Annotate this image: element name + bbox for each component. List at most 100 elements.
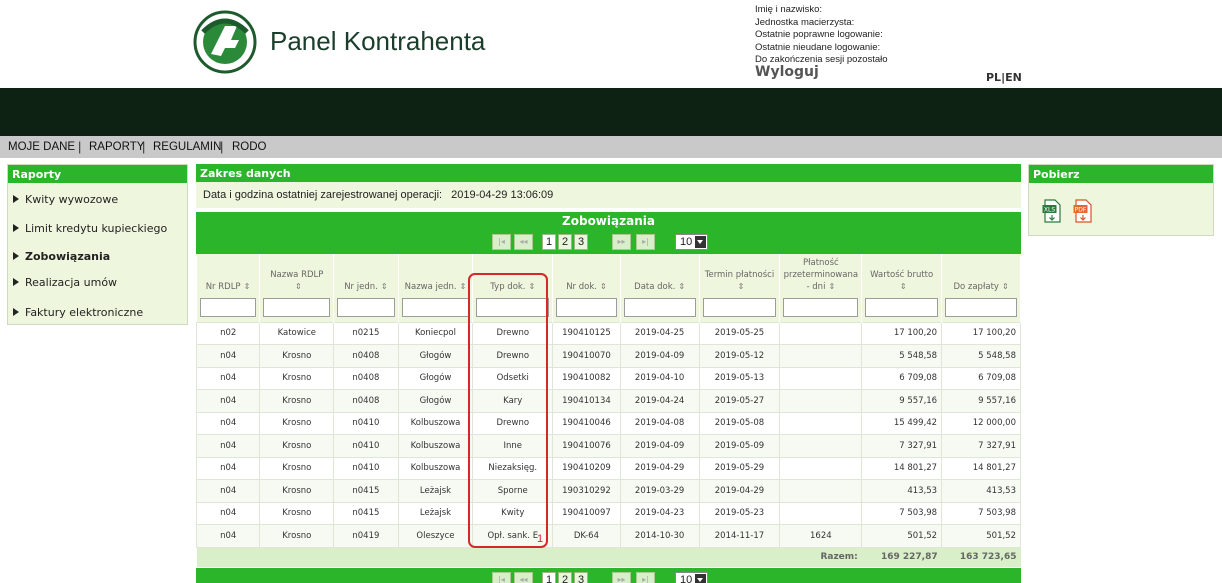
column-header[interactable]: Nazwa RDLP ⇕ xyxy=(259,254,335,296)
filter-input[interactable] xyxy=(945,298,1017,318)
cell-wartosc-brutto: 501,52 xyxy=(861,524,943,548)
cell-data-dok: 2019-04-25 xyxy=(619,321,700,345)
top-banner-bar xyxy=(0,88,1222,136)
page-size-select[interactable]: 10 xyxy=(675,234,708,250)
cell-nazwa-rdlp: Krosno xyxy=(259,524,335,548)
column-header[interactable]: Do zapłaty ⇕ xyxy=(941,254,1021,296)
obligations-grid: Zobowiązania |◂ ◂◂ 1 2 3 ▸▸ ▸| 10 Nr RDL… xyxy=(195,212,1021,567)
cell-termin: 2019-04-29 xyxy=(698,479,781,503)
first-page-button[interactable]: |◂ xyxy=(492,572,511,583)
sort-icon: ⇕ xyxy=(599,282,607,291)
prev-page-button[interactable]: ◂◂ xyxy=(514,572,533,583)
table-row[interactable]: n04 Krosno n0408 Głogów Odsetki 190410082 2019… xyxy=(195,366,1021,390)
sidebar-item-limit[interactable]: Limit kredytu kupieckiego xyxy=(13,222,167,235)
menu-item-raporty[interactable]: RAPORTY xyxy=(89,141,144,153)
page-button[interactable]: 3 xyxy=(574,572,588,583)
last-page-button[interactable]: ▸| xyxy=(636,572,655,583)
pdf-icon[interactable]: PDF xyxy=(1073,199,1093,223)
xls-icon[interactable]: XLS xyxy=(1042,199,1062,223)
sidebar-item-realizacja[interactable]: Realizacja umów xyxy=(13,276,117,289)
page-button[interactable]: 1 xyxy=(542,572,556,583)
cell-nr-jedn: n0415 xyxy=(333,479,399,503)
cell-nr-jedn: n0408 xyxy=(333,344,399,368)
cell-typ-dok: Kary xyxy=(472,389,554,413)
cell-termin: 2019-05-13 xyxy=(698,366,781,390)
table-row[interactable]: n04 Krosno n0415 Leżajsk Kwity 190410097 2019-… xyxy=(195,501,1021,525)
table-row[interactable]: n04 Krosno n0408 Głogów Kary 190410134 2019-04… xyxy=(195,389,1021,413)
column-header[interactable]: Nr dok. ⇕ xyxy=(552,254,621,296)
cell-przeterminowana xyxy=(779,344,863,368)
lasy-panstwowe-logo xyxy=(193,10,257,74)
cell-typ-dok: Drewno xyxy=(472,344,554,368)
chevron-down-icon xyxy=(695,236,706,248)
cell-przeterminowana xyxy=(779,501,863,525)
cell-nazwa-jedn: Leżajsk xyxy=(397,479,474,503)
cell-przeterminowana xyxy=(779,366,863,390)
cell-wartosc-brutto: 7 503,98 xyxy=(861,501,943,525)
sidebar-item-kwity[interactable]: Kwity wywozowe xyxy=(13,193,118,206)
page-size-select[interactable]: 10 xyxy=(675,572,708,583)
column-header[interactable]: Data dok. ⇕ xyxy=(620,254,700,296)
cell-nr-jedn: n0215 xyxy=(333,321,399,345)
next-page-button[interactable]: ▸▸ xyxy=(612,234,631,250)
page-button[interactable]: 1 xyxy=(542,234,556,250)
logout-link[interactable]: Wyloguj xyxy=(755,64,819,80)
filter-input[interactable] xyxy=(476,298,550,318)
column-header[interactable]: Nr jedn. ⇕ xyxy=(333,254,399,296)
language-switch[interactable]: PL|EN xyxy=(986,71,1022,84)
cell-nr-rdlp: n04 xyxy=(195,456,261,480)
cell-przeterminowana xyxy=(779,434,863,458)
sidebar-item-label: Zobowiązania xyxy=(25,250,111,263)
cell-termin: 2019-05-12 xyxy=(698,344,781,368)
column-header[interactable]: Typ dok. ⇕ xyxy=(472,254,554,296)
filter-input[interactable] xyxy=(199,298,257,318)
header: Panel Kontrahenta Imię i nazwisko: Jedno… xyxy=(0,0,1222,88)
sidebar-item-zobowiazania[interactable]: Zobowiązania xyxy=(13,250,110,263)
cell-nazwa-jedn: Kolbuszowa xyxy=(397,411,474,435)
menu-item-rodo[interactable]: RODO xyxy=(232,141,267,153)
cell-nr-jedn: n0410 xyxy=(333,411,399,435)
totals-to-pay: 163 723,65 xyxy=(941,547,1021,567)
filter-input[interactable] xyxy=(556,298,617,318)
download-panel: Pobierz XLS PDF xyxy=(1028,164,1214,236)
filter-input[interactable] xyxy=(263,298,331,318)
table-row[interactable]: n04 Krosno n0410 Kolbuszowa Niezaksięg. 19041… xyxy=(195,456,1021,480)
table-row[interactable]: n04 Krosno n0408 Głogów Drewno 190410070 2019-… xyxy=(195,344,1021,368)
column-header[interactable]: Wartość brutto ⇕ xyxy=(861,254,943,296)
cell-nazwa-rdlp: Krosno xyxy=(259,366,335,390)
cell-do-zaplaty: 17 100,20 xyxy=(941,321,1021,345)
prev-page-button[interactable]: ◂◂ xyxy=(514,234,533,250)
table-row[interactable]: n02 Katowice n0215 Koniecpol Drewno 190410125… xyxy=(195,321,1021,345)
column-header[interactable]: Płatność przeterminowana - dni ⇕ xyxy=(779,254,863,296)
column-header[interactable]: Termin płatności ⇕ xyxy=(699,254,781,296)
next-page-button[interactable]: ▸▸ xyxy=(612,572,631,583)
menu-item-moje-dane[interactable]: MOJE DANE xyxy=(8,141,75,153)
cell-typ-dok: Niezaksięg. xyxy=(472,456,554,480)
column-header[interactable]: Nazwa jedn. ⇕ xyxy=(398,254,474,296)
page-button[interactable]: 3 xyxy=(574,234,588,250)
column-header[interactable]: Nr RDLP ⇕ xyxy=(196,254,261,296)
menu-item-regulamin[interactable]: REGULAMIN xyxy=(153,141,221,153)
table-row[interactable]: n04 Krosno n0410 Kolbuszowa Drewno 190410046 2… xyxy=(195,411,1021,435)
table-row[interactable]: n04 Krosno n0415 Leżajsk Sporne 190310292 2019… xyxy=(195,479,1021,503)
sidebar-item-faktury[interactable]: Faktury elektroniczne xyxy=(13,306,143,319)
first-page-button[interactable]: |◂ xyxy=(492,234,511,250)
cell-nazwa-jedn: Koniecpol xyxy=(397,321,474,345)
cell-przeterminowana xyxy=(779,411,863,435)
filter-input[interactable] xyxy=(783,298,859,318)
cell-przeterminowana xyxy=(779,456,863,480)
cell-data-dok: 2019-04-08 xyxy=(619,411,700,435)
filter-input[interactable] xyxy=(623,298,696,318)
filter-input[interactable] xyxy=(865,298,939,318)
totals-row: Razem: 169 227,87 163 723,65 xyxy=(196,547,1021,567)
cell-nr-jedn: n0408 xyxy=(333,366,399,390)
table-row[interactable]: n04 Krosno n0410 Kolbuszowa Inne 190410076 201… xyxy=(195,434,1021,458)
table-row[interactable]: n04 Krosno n0419 Oleszyce Opł. sank. E DK-64 2… xyxy=(195,524,1021,548)
filter-input[interactable] xyxy=(702,298,777,318)
page-button[interactable]: 2 xyxy=(558,234,572,250)
filter-input[interactable] xyxy=(401,298,470,318)
filter-input[interactable] xyxy=(337,298,395,318)
last-page-button[interactable]: ▸| xyxy=(636,234,655,250)
cell-nr-dok: 190410046 xyxy=(552,411,621,435)
page-button[interactable]: 2 xyxy=(558,572,572,583)
